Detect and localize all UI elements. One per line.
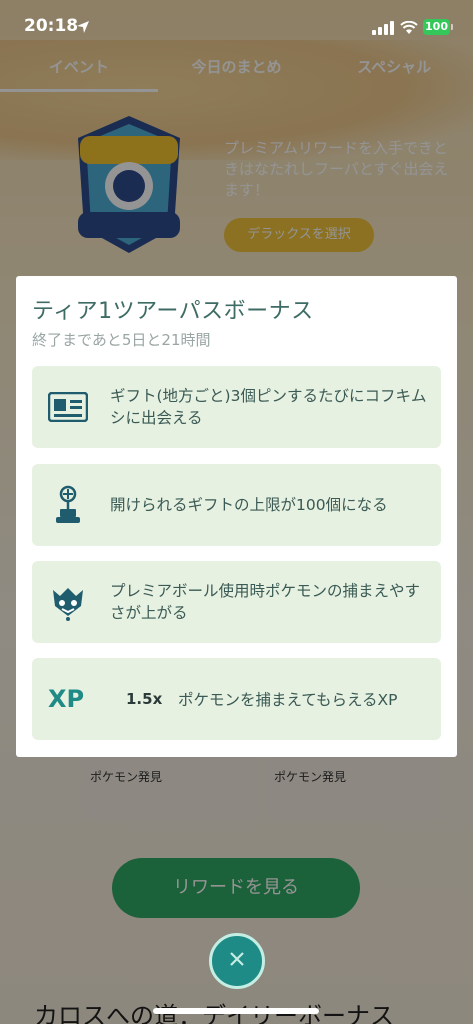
modal-subtitle: 終了まであと5日と21時間 <box>32 331 211 349</box>
xp-icon: XP <box>48 685 85 713</box>
modal-title: ティア1ツアーパスボーナス <box>32 299 314 324</box>
bonus-text: 開けられるギフトの上限が100個になる <box>110 496 388 514</box>
location-arrow-icon <box>76 19 90 38</box>
cellular-signal-icon <box>372 20 394 39</box>
bonus-text: ポケモンを捕まえてもらえるXP <box>178 691 398 709</box>
bonus-text: ギフト(地方ごと)3個ピンするたびにコフキムシに出会える <box>110 387 427 427</box>
status-time: 20:18 <box>24 16 79 36</box>
bonus-item: XP 1.5x ポケモンを捕まえてもらえるXP <box>32 658 441 740</box>
map-card-icon <box>48 387 88 427</box>
xp-multiplier: 1.5x <box>126 690 163 708</box>
battery-cap <box>451 24 453 30</box>
home-indicator[interactable] <box>153 1008 319 1014</box>
bonus-text: プレミアボール使用時ポケモンの捕まえやすさが上がる <box>110 582 421 622</box>
bonus-item: ギフト(地方ごと)3個ピンするたびにコフキムシに出会える <box>32 366 441 448</box>
status-bar: 20:18 100 <box>0 0 473 52</box>
bonus-item: プレミアボール使用時ポケモンの捕まえやすさが上がる <box>32 561 441 643</box>
screen: イベント 今日のまとめ スペシャル プレミアムリワードを入手できときはなたれしフ… <box>0 0 473 1024</box>
gift-stand-icon <box>48 485 88 525</box>
wifi-icon <box>400 20 418 39</box>
close-icon <box>229 951 245 971</box>
bonus-item: 開けられるギフトの上限が100個になる <box>32 464 441 546</box>
close-button[interactable] <box>209 933 265 989</box>
battery-indicator: 100 <box>423 19 450 35</box>
bonus-modal: ティア1ツアーパスボーナス 終了まであと5日と21時間 ギフト(地方ごと)3個ピ… <box>16 276 457 757</box>
premier-pokemon-icon <box>48 582 88 622</box>
